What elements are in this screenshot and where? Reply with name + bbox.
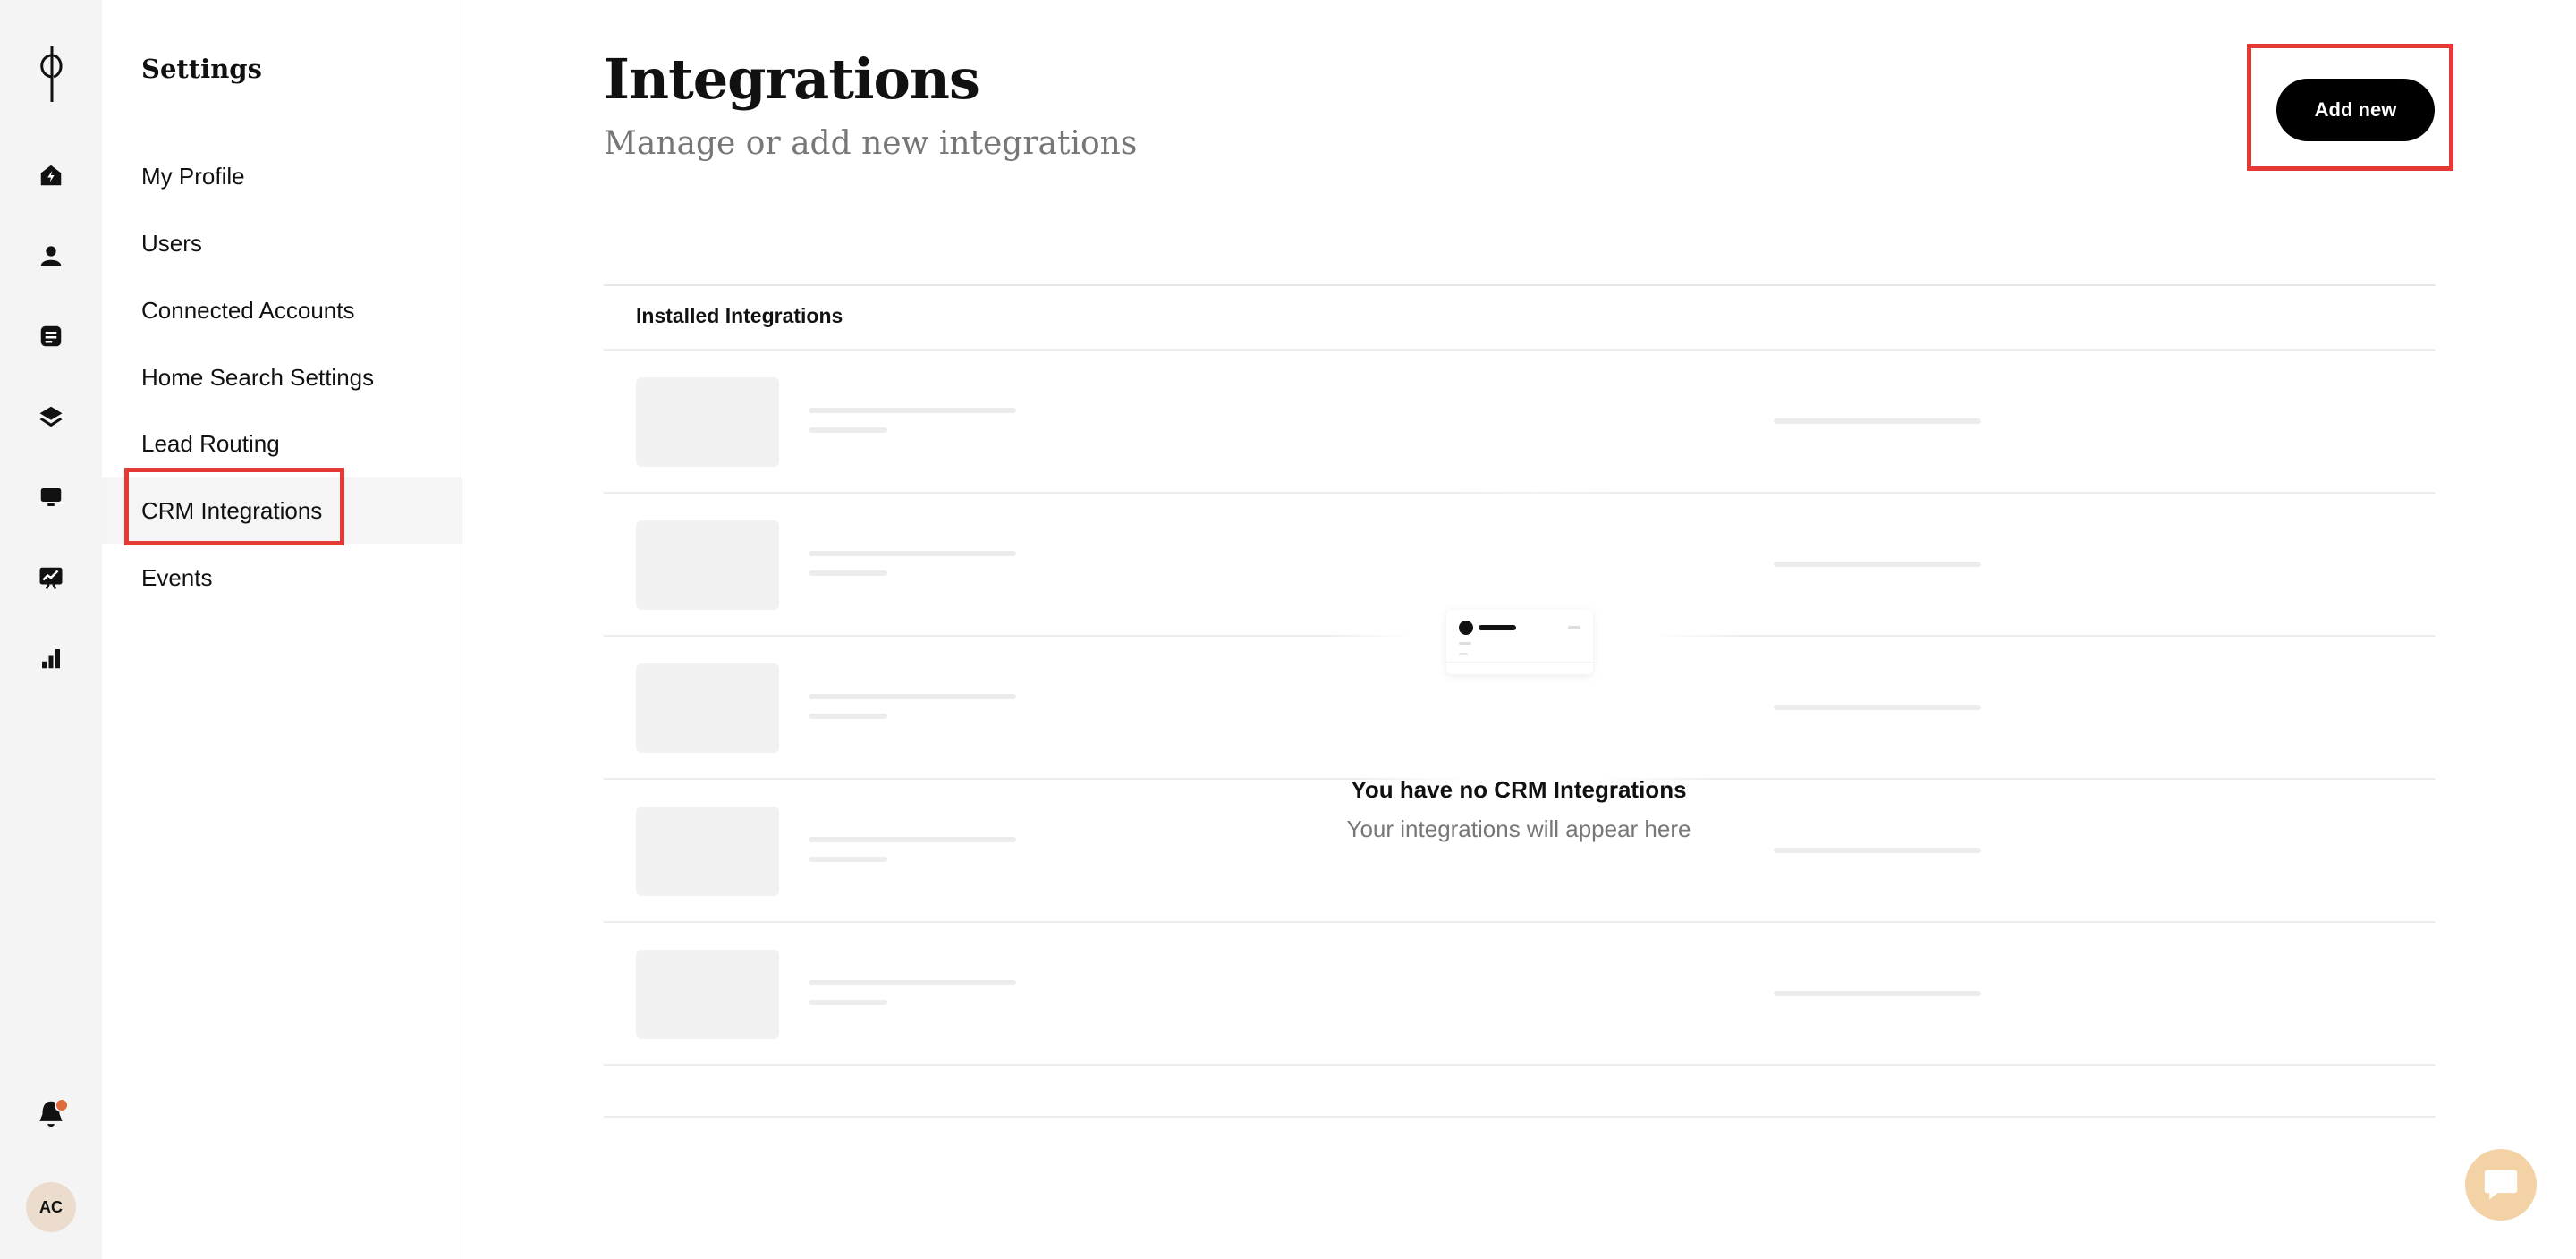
placeholder-line: [809, 570, 887, 576]
empty-state-title: You have no CRM Integrations: [1351, 776, 1687, 803]
placeholder-line: [1774, 848, 1981, 853]
settings-title: Settings: [141, 54, 262, 84]
menu-item-home-search-settings[interactable]: Home Search Settings: [102, 344, 462, 410]
home-icon[interactable]: [35, 159, 67, 191]
placeholder-row: [604, 351, 2436, 494]
menu-item-users[interactable]: Users: [102, 210, 462, 276]
placeholder-thumbnail: [636, 377, 779, 467]
placeholder-line: [1774, 418, 1981, 424]
table-header: Installed Integrations: [636, 304, 843, 327]
placeholder-line: [809, 1000, 887, 1005]
avatar[interactable]: AC: [26, 1182, 76, 1232]
placeholder-line: [1774, 562, 1981, 567]
placeholder-line: [1774, 705, 1981, 710]
settings-menu: Settings My Profile Users Connected Acco…: [102, 0, 462, 1259]
highlight-crm-integrations: [124, 468, 344, 545]
icon-rail: AC: [0, 0, 102, 1259]
menu-item-events[interactable]: Events: [102, 545, 462, 611]
empty-state-illustration: [1446, 610, 1593, 674]
placeholder-line: [809, 694, 1016, 699]
empty-state-backdrop: [1333, 487, 1735, 863]
placeholder-line: [809, 408, 1016, 413]
layers-icon[interactable]: [35, 401, 67, 433]
placeholder-thumbnail: [636, 807, 779, 896]
placeholder-thumbnail: [636, 520, 779, 610]
logo-icon[interactable]: [32, 43, 72, 106]
monitor-icon[interactable]: [35, 481, 67, 513]
placeholder-line: [1774, 991, 1981, 996]
placeholder-line: [809, 551, 1016, 556]
placeholder-thumbnail: [636, 950, 779, 1039]
placeholder-line: [809, 714, 887, 719]
placeholder-line: [809, 427, 887, 433]
placeholder-line: [809, 837, 1016, 842]
person-icon[interactable]: [35, 240, 67, 272]
highlight-add-new: [2247, 44, 2453, 171]
menu-item-connected-accounts[interactable]: Connected Accounts: [102, 277, 462, 343]
menu-item-my-profile[interactable]: My Profile: [102, 143, 462, 209]
divider: [604, 284, 2436, 286]
placeholder-thumbnail: [636, 663, 779, 753]
document-icon[interactable]: [35, 320, 67, 352]
bar-chart-icon[interactable]: [35, 642, 67, 674]
page-subtitle: Manage or add new integrations: [604, 125, 1138, 162]
page-title: Integrations: [604, 46, 980, 112]
notification-dot: [55, 1098, 69, 1112]
placeholder-line: [809, 857, 887, 862]
chart-presentation-icon[interactable]: [35, 562, 67, 594]
divider: [604, 1116, 2436, 1118]
placeholder-line: [809, 980, 1016, 985]
empty-state-subtitle: Your integrations will appear here: [1346, 815, 1691, 842]
menu-item-lead-routing[interactable]: Lead Routing: [102, 410, 462, 477]
placeholder-row: [604, 923, 2436, 1066]
chat-bubble-icon[interactable]: [2465, 1149, 2537, 1221]
